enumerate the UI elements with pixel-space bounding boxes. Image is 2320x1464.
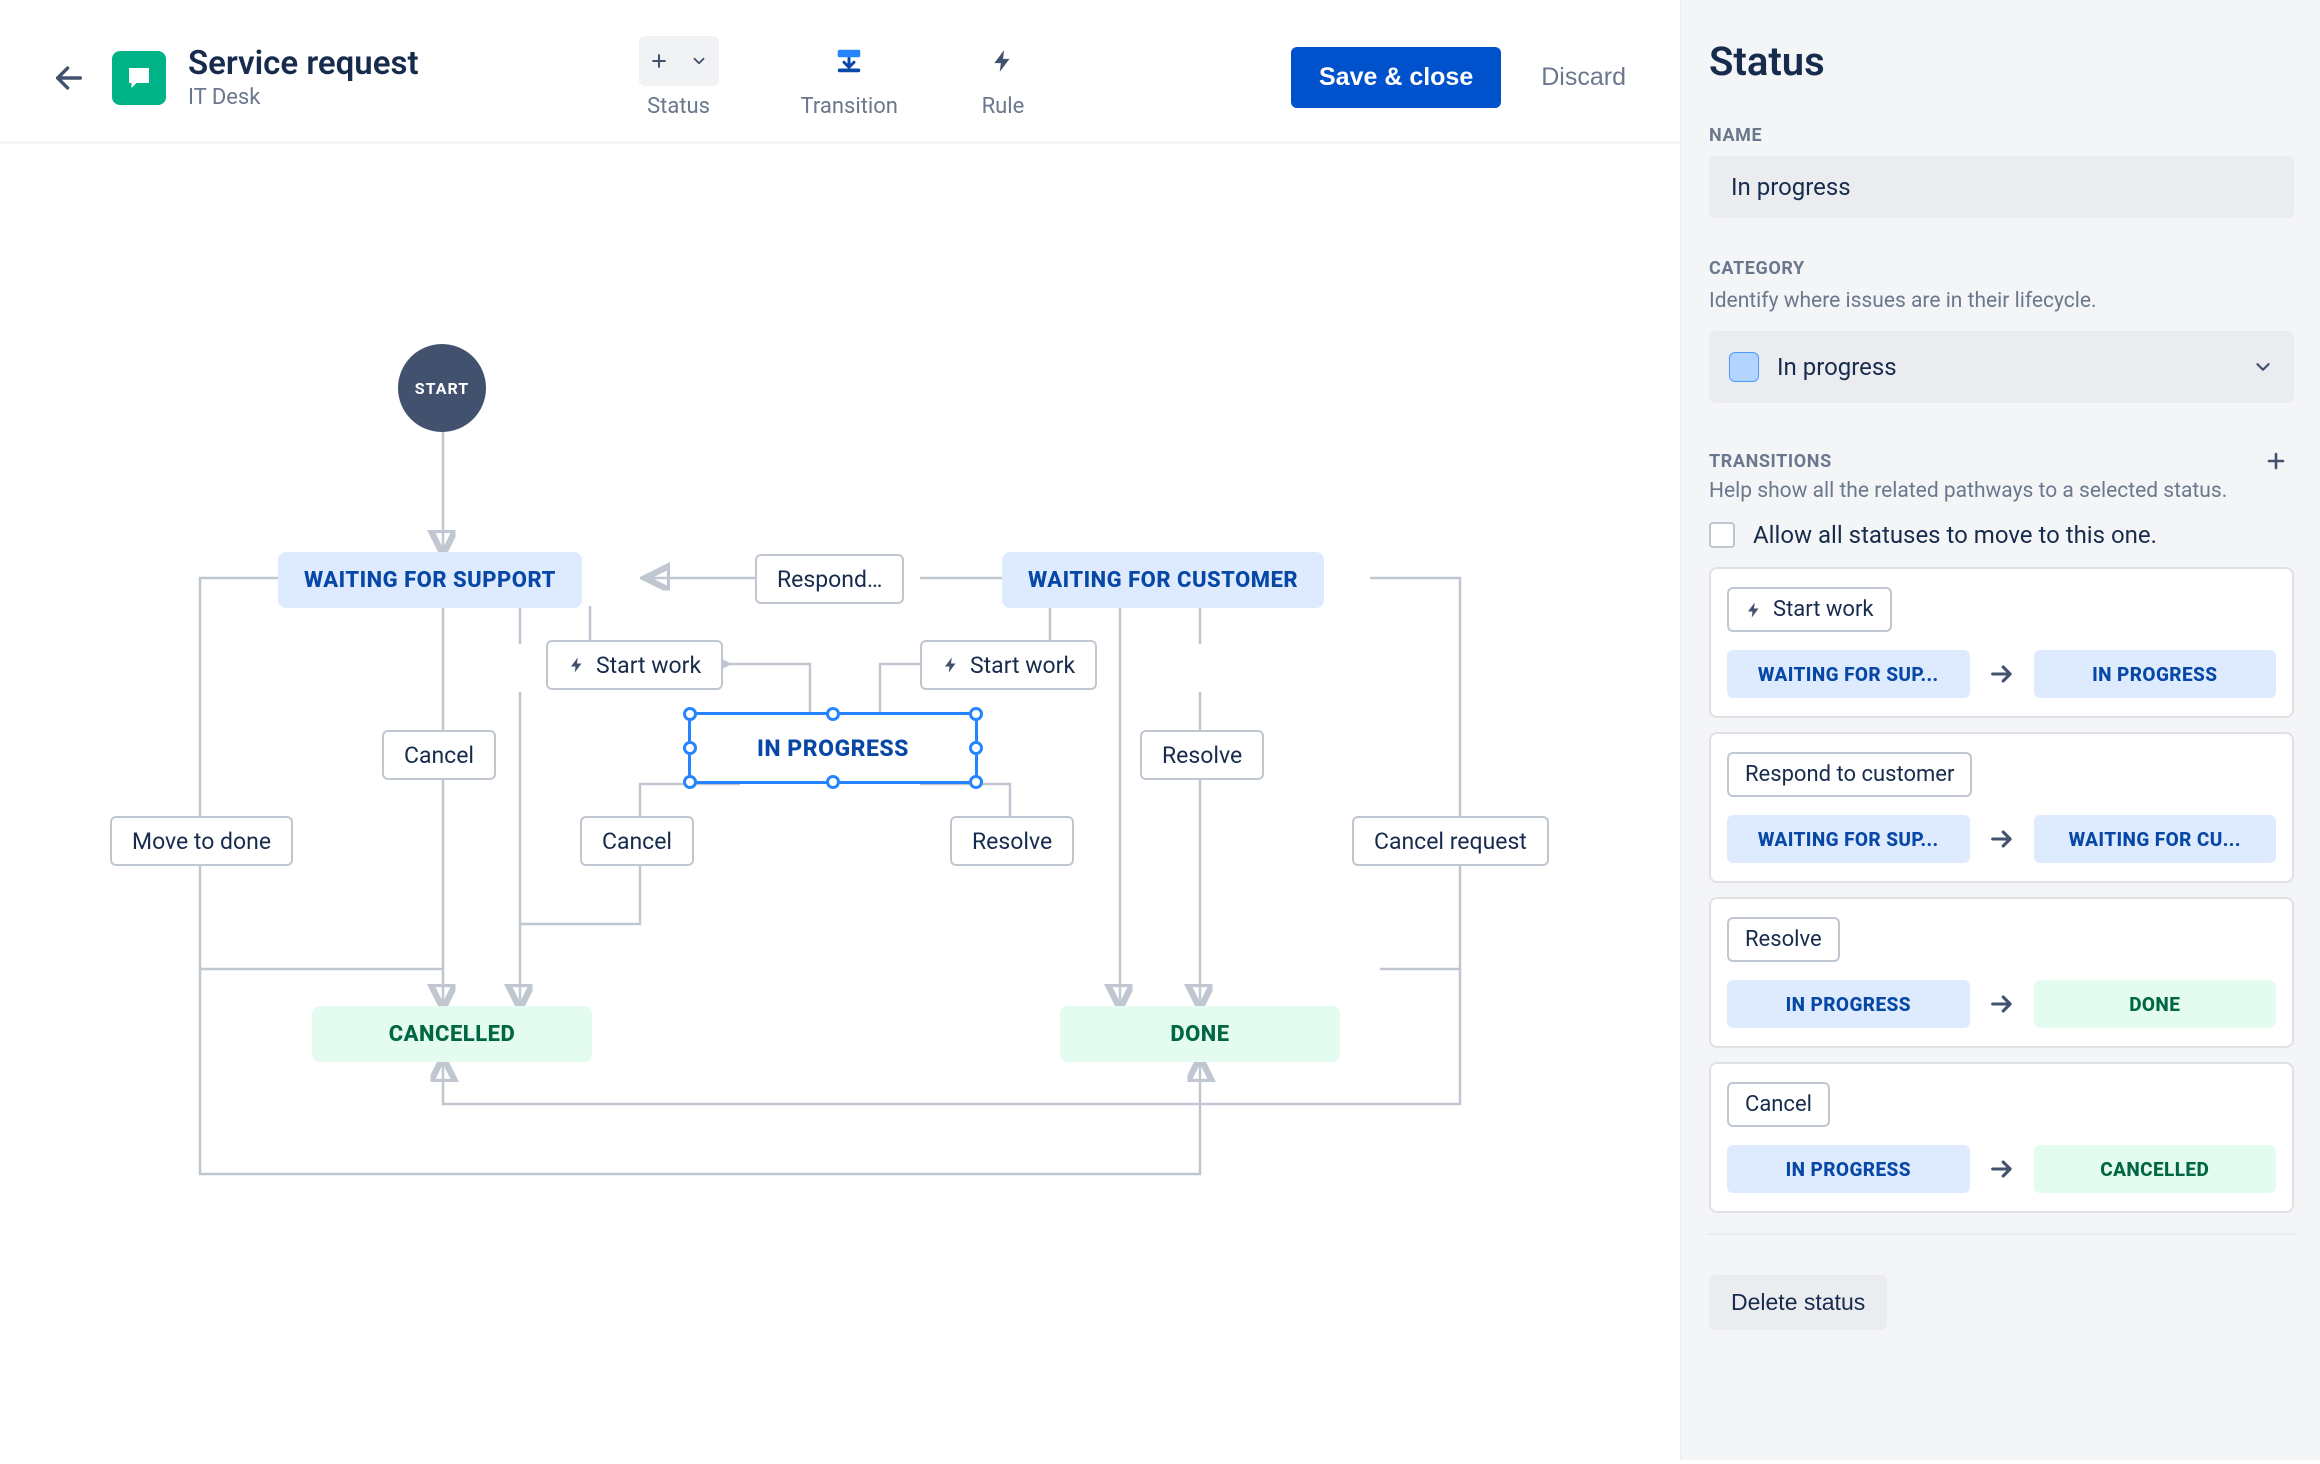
bolt-icon [990,48,1016,74]
resize-handle[interactable] [683,741,697,755]
transition-card[interactable]: Respond to customerWAITING FOR SUP...WAI… [1709,732,2294,883]
transition-card-name: Respond to customer [1727,752,1972,797]
start-label: START [415,379,469,398]
transition-card-name: Resolve [1727,917,1840,962]
status-cancelled[interactable]: CANCELLED [312,1006,592,1062]
field-name: NAME In progress [1709,125,2294,218]
resize-handle[interactable] [969,707,983,721]
transition-from-status: WAITING FOR SUP... [1727,650,1970,698]
arrow-right-icon [1988,1155,2016,1183]
allow-all-row[interactable]: Allow all statuses to move to this one. [1709,521,2294,549]
transition-card-flow: IN PROGRESS CANCELLED [1727,1145,2276,1193]
transition-from-status: WAITING FOR SUP... [1727,815,1970,863]
bolt-icon [942,656,960,674]
transition-resolve-1[interactable]: Resolve [1140,730,1264,780]
arrow-right-icon [1988,990,2016,1018]
bolt-icon [568,656,586,674]
transition-to-status: CANCELLED [2034,1145,2277,1193]
transitions-help: Help show all the related pathways to a … [1709,479,2294,503]
transition-from-status: IN PROGRESS [1727,980,1970,1028]
transition-respond[interactable]: Respond… [755,554,904,604]
bolt-icon [1745,601,1763,619]
back-button[interactable] [40,49,98,107]
transition-card[interactable]: Resolve IN PROGRESS DONE [1709,897,2294,1048]
transition-to-status: WAITING FOR CU... [2034,815,2277,863]
delete-status-button[interactable]: Delete status [1709,1275,1887,1330]
chevron-down-icon [2252,356,2274,378]
name-input[interactable]: In progress [1709,156,2294,218]
resize-handle[interactable] [683,707,697,721]
tool-label-transition: Transition [801,94,898,119]
category-color-swatch [1729,352,1759,382]
resize-handle[interactable] [826,707,840,721]
transition-card-flow: IN PROGRESS DONE [1727,980,2276,1028]
add-transition-button[interactable] [824,36,874,86]
status-waiting-for-support[interactable]: WAITING FOR SUPPORT [278,552,582,608]
transition-icon [834,46,864,76]
name-label: NAME [1709,125,2294,146]
transition-card[interactable]: Start work WAITING FOR SUP... IN PROGRESS [1709,567,2294,718]
status-in-progress[interactable]: IN PROGRESS [688,712,978,784]
add-transition-inline-button[interactable] [2258,443,2294,479]
transition-start-work-right[interactable]: Start work [920,640,1097,690]
plus-icon [639,36,679,86]
category-label: CATEGORY [1709,258,2294,279]
workflow-canvas[interactable]: START WAITING FOR SUPPORT WAITING FOR CU… [0,144,1680,1464]
transition-card-flow: WAITING FOR SUP... WAITING FOR CU... [1727,815,2276,863]
resize-handle[interactable] [969,775,983,789]
resize-handle[interactable] [969,741,983,755]
transition-start-work-left[interactable]: Start work [546,640,723,690]
resize-handle[interactable] [683,775,697,789]
category-select[interactable]: In progress [1709,331,2294,403]
tool-label-status: Status [647,94,710,119]
transition-cancel-request[interactable]: Cancel request [1352,816,1549,866]
speech-bubble-icon [124,63,154,93]
tool-label-rule: Rule [982,94,1025,119]
transition-move-to-done[interactable]: Move to done [110,816,293,866]
workflow-title: Service request [188,45,419,83]
resize-handle[interactable] [826,775,840,789]
start-node[interactable]: START [398,344,486,432]
transition-list: Start workWAITING FOR SUP...IN PROGRESSR… [1709,567,2294,1227]
status-done[interactable]: DONE [1060,1006,1340,1062]
transition-to-status: DONE [2034,980,2277,1028]
transition-from-status: IN PROGRESS [1727,1145,1970,1193]
project-name: IT Desk [188,85,419,110]
transition-card[interactable]: Cancel IN PROGRESS CANCELLED [1709,1062,2294,1213]
transition-card-name: Start work [1727,587,1892,632]
plus-icon [2264,449,2288,473]
field-transitions: TRANSITIONS Help show all the related pa… [1709,443,2294,1235]
add-status-button[interactable] [639,36,719,86]
category-help: Identify where issues are in their lifec… [1709,289,2294,313]
transition-cancel-2[interactable]: Cancel [580,816,694,866]
transitions-label: TRANSITIONS [1709,451,1832,472]
status-details-panel: Status NAME In progress CATEGORY Identif… [1680,0,2320,1460]
arrow-right-icon [1988,660,2016,688]
transition-resolve-2[interactable]: Resolve [950,816,1074,866]
status-waiting-for-customer[interactable]: WAITING FOR CUSTOMER [1002,552,1324,608]
transition-to-status: IN PROGRESS [2034,650,2277,698]
arrow-right-icon [1988,825,2016,853]
editor-header: Service request IT Desk Status [0,0,1680,144]
chevron-down-icon [679,36,719,86]
discard-button[interactable]: Discard [1535,62,1632,93]
allow-all-checkbox[interactable] [1709,522,1735,548]
project-avatar [112,51,166,105]
transition-card-flow: WAITING FOR SUP... IN PROGRESS [1727,650,2276,698]
transition-cancel-1[interactable]: Cancel [382,730,496,780]
transition-card-name: Cancel [1727,1082,1830,1127]
panel-heading: Status [1709,38,2294,85]
arrow-left-icon [52,61,86,95]
add-rule-button[interactable] [980,36,1026,86]
divider [1707,1233,2296,1235]
field-category: CATEGORY Identify where issues are in th… [1709,258,2294,403]
save-close-button[interactable]: Save & close [1291,47,1501,108]
